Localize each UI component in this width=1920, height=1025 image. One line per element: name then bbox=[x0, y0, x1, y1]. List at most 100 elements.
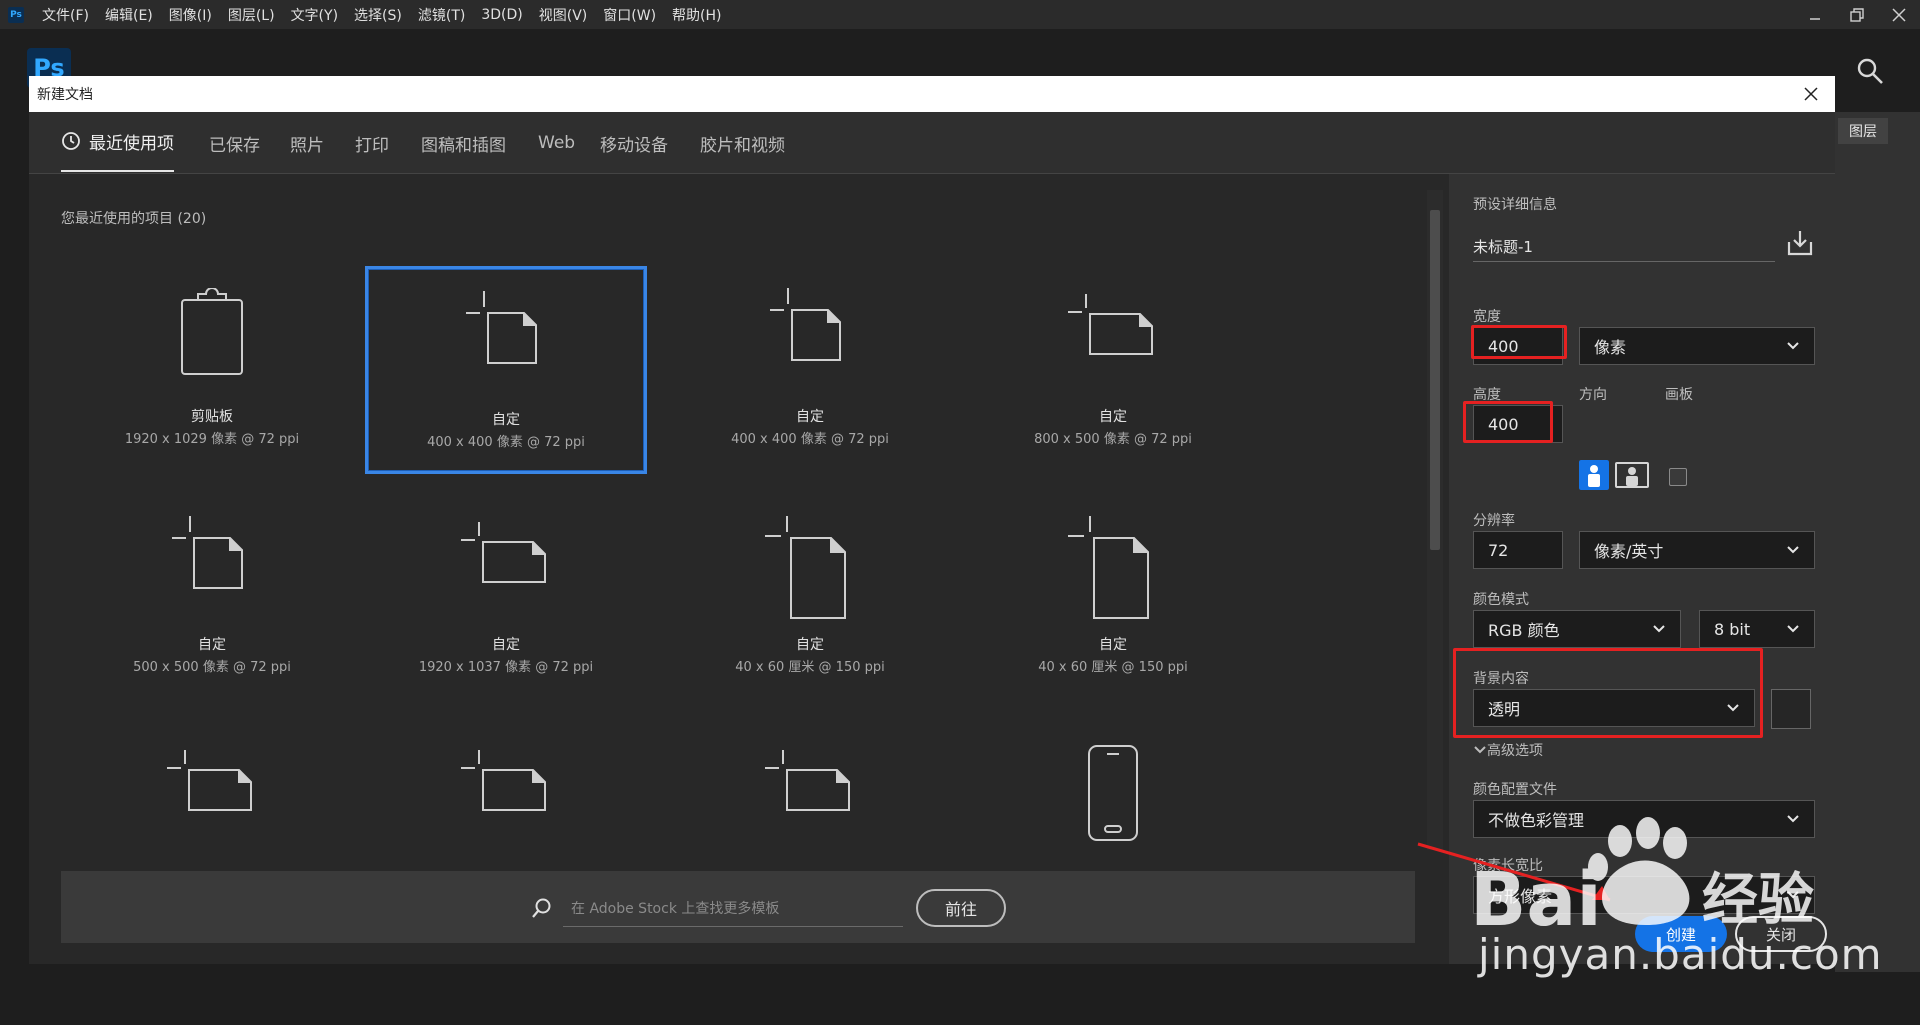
advanced-options-label: 高级选项 bbox=[1487, 743, 1543, 759]
portrait-doc-icon bbox=[972, 516, 1254, 619]
menu-help[interactable]: 帮助(H) bbox=[672, 5, 721, 25]
recent-item-info: 40 x 60 厘米 @ 150 ppi bbox=[1038, 660, 1188, 675]
orientation-label: 方向 bbox=[1579, 387, 1607, 403]
background-label: 背景内容 bbox=[1473, 671, 1529, 687]
recent-item-card[interactable]: 自定 40 x 60 厘米 @ 150 ppi bbox=[972, 494, 1254, 702]
artboard-label: 画板 bbox=[1665, 387, 1693, 403]
landscape-orientation-icon[interactable] bbox=[1615, 460, 1649, 490]
bit-depth-value: 8 bit bbox=[1714, 619, 1751, 639]
advanced-options-toggle[interactable]: 高级选项 bbox=[1473, 740, 1543, 760]
recent-item-name: 自定 bbox=[492, 637, 520, 653]
search-icon bbox=[532, 898, 551, 918]
tab-label: 最近使用项 bbox=[89, 133, 174, 154]
recent-item-card[interactable]: 自定 40 x 60 厘米 @ 150 ppi bbox=[669, 494, 951, 702]
svg-text:经验: 经验 bbox=[1702, 868, 1814, 933]
chevron-down-icon bbox=[1653, 625, 1665, 633]
landscape-doc-icon bbox=[972, 288, 1254, 388]
artboard-checkbox[interactable] bbox=[1669, 468, 1687, 486]
background-value: 透明 bbox=[1488, 700, 1521, 719]
app-icon[interactable]: Ps bbox=[8, 6, 24, 23]
resolution-unit-select[interactable]: 像素/英寸 bbox=[1579, 531, 1815, 569]
recent-item-info: 1920 x 1029 像素 @ 72 ppi bbox=[124, 432, 300, 447]
recent-items-area: 您最近使用的项目 (20) 剪贴板 1920 x 1029 像素 @ 72 ppi… bbox=[29, 174, 1449, 964]
restore-icon bbox=[1850, 7, 1864, 22]
highlight-box bbox=[1463, 401, 1553, 443]
tab-web[interactable]: Web bbox=[538, 112, 575, 174]
close-icon bbox=[1804, 87, 1818, 101]
menu-view[interactable]: 视图(V) bbox=[539, 5, 588, 25]
tab-print[interactable]: 打印 bbox=[355, 112, 389, 174]
recent-item-card[interactable] bbox=[71, 722, 353, 872]
background-color-swatch[interactable] bbox=[1771, 689, 1811, 729]
custom-doc-icon bbox=[669, 288, 951, 388]
color-mode-select[interactable]: RGB 颜色 bbox=[1473, 610, 1681, 648]
tab-saved[interactable]: 已保存 bbox=[209, 112, 260, 174]
dialog-close-button[interactable] bbox=[1797, 80, 1825, 108]
search-icon[interactable] bbox=[1855, 56, 1885, 86]
recent-item-card[interactable]: 自定 400 x 400 像素 @ 72 ppi bbox=[365, 266, 647, 474]
menu-filter[interactable]: 滤镜(T) bbox=[418, 5, 465, 25]
background-select[interactable]: 透明 bbox=[1473, 689, 1755, 727]
window-controls bbox=[1794, 0, 1920, 29]
recent-items-title: 您最近使用的项目 (20) bbox=[61, 211, 207, 227]
dialog-title: 新建文档 bbox=[37, 87, 93, 103]
recent-item-card[interactable]: 自定 500 x 500 像素 @ 72 ppi bbox=[71, 494, 353, 702]
menubar: Ps 文件(F) 编辑(E) 图像(I) 图层(L) 文字(Y) 选择(S) 滤… bbox=[0, 0, 1920, 29]
menu-window[interactable]: 窗口(W) bbox=[603, 5, 656, 25]
recent-item-name: 自定 bbox=[198, 637, 226, 653]
minimize-icon bbox=[1810, 17, 1820, 20]
menu-layer[interactable]: 图层(L) bbox=[228, 5, 275, 25]
save-preset-icon[interactable] bbox=[1785, 228, 1815, 258]
recent-item-info: 400 x 400 像素 @ 72 ppi bbox=[427, 435, 585, 450]
tab-photo[interactable]: 照片 bbox=[290, 112, 324, 174]
recent-item-name: 自定 bbox=[1099, 637, 1127, 653]
recent-item-info: 800 x 500 像素 @ 72 ppi bbox=[1034, 432, 1192, 447]
recent-item-card[interactable]: 自定 400 x 400 像素 @ 72 ppi bbox=[669, 266, 951, 474]
menu-image[interactable]: 图像(I) bbox=[169, 5, 212, 25]
recent-item-info: 40 x 60 厘米 @ 150 ppi bbox=[735, 660, 885, 675]
recent-item-card[interactable] bbox=[365, 722, 647, 872]
stock-search-input[interactable]: 在 Adobe Stock 上查找更多模板 bbox=[563, 889, 903, 927]
landscape-doc-icon bbox=[365, 516, 647, 616]
minimize-button[interactable] bbox=[1794, 0, 1836, 29]
menu-type[interactable]: 文字(Y) bbox=[291, 5, 338, 25]
width-unit-select[interactable]: 像素 bbox=[1579, 327, 1815, 365]
layers-tab[interactable]: 图层 bbox=[1838, 118, 1888, 144]
recent-item-card[interactable]: 自定 1920 x 1037 像素 @ 72 ppi bbox=[365, 494, 647, 702]
scrollbar[interactable] bbox=[1427, 190, 1443, 850]
menu-3d[interactable]: 3D(D) bbox=[481, 7, 522, 23]
resolution-input[interactable]: 72 bbox=[1473, 531, 1563, 569]
menu-select[interactable]: 选择(S) bbox=[354, 5, 402, 25]
recent-item-card[interactable] bbox=[972, 722, 1254, 872]
tab-art-illustration[interactable]: 图稿和插图 bbox=[421, 112, 506, 174]
recent-item-card[interactable]: 剪贴板 1920 x 1029 像素 @ 72 ppi bbox=[71, 266, 353, 474]
menu-file[interactable]: 文件(F) bbox=[42, 5, 89, 25]
tab-film-video[interactable]: 胶片和视频 bbox=[700, 112, 785, 174]
menu-edit[interactable]: 编辑(E) bbox=[105, 5, 153, 25]
color-mode-value: RGB 颜色 bbox=[1488, 621, 1560, 640]
bit-depth-select[interactable]: 8 bit bbox=[1699, 610, 1815, 648]
highlight-box bbox=[1471, 325, 1567, 359]
window-close-button[interactable] bbox=[1878, 0, 1920, 29]
document-name-field[interactable]: 未标题-1 bbox=[1473, 228, 1775, 262]
tab-recent[interactable]: 最近使用项 bbox=[61, 112, 174, 172]
recent-item-info: 500 x 500 像素 @ 72 ppi bbox=[133, 660, 291, 675]
recent-item-info: 400 x 400 像素 @ 72 ppi bbox=[731, 432, 889, 447]
close-icon bbox=[1892, 7, 1906, 22]
restore-button[interactable] bbox=[1836, 0, 1878, 29]
recent-item-info: 1920 x 1037 像素 @ 72 ppi bbox=[418, 660, 594, 675]
recent-item-card[interactable] bbox=[669, 722, 951, 872]
landscape-doc-icon bbox=[669, 744, 951, 844]
recent-item-name: 自定 bbox=[1099, 409, 1127, 425]
color-mode-label: 颜色模式 bbox=[1473, 592, 1529, 608]
scrollbar-thumb[interactable] bbox=[1430, 210, 1440, 550]
chevron-down-icon bbox=[1787, 546, 1799, 554]
go-button[interactable]: 前往 bbox=[916, 889, 1006, 927]
color-profile-label: 颜色配置文件 bbox=[1473, 782, 1557, 798]
clock-icon bbox=[62, 132, 80, 150]
recent-item-card[interactable]: 自定 800 x 500 像素 @ 72 ppi bbox=[972, 266, 1254, 474]
recent-item-name: 自定 bbox=[796, 637, 824, 653]
portrait-orientation-icon[interactable] bbox=[1579, 460, 1609, 490]
tab-mobile[interactable]: 移动设备 bbox=[600, 112, 668, 174]
recent-item-name: 剪贴板 bbox=[191, 409, 233, 425]
